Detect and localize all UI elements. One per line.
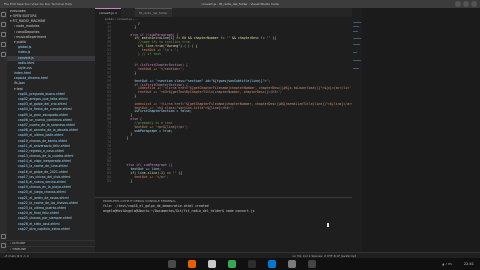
chrome-icon[interactable] bbox=[228, 260, 236, 268]
tab-convert-js[interactable]: convert.js × bbox=[95, 8, 122, 17]
menu-bar[interactable]: File Edit Selection View Go Run Terminal… bbox=[4, 0, 72, 8]
editor: convert.js × fit_radio_del_folder public… bbox=[95, 8, 352, 252]
clock[interactable]: 22:41 bbox=[464, 258, 474, 270]
terminal-cursor bbox=[327, 223, 329, 227]
terminal-icon[interactable] bbox=[248, 260, 256, 268]
title-bar: File Edit Selection View Go Run Terminal… bbox=[0, 0, 480, 8]
terminal-prompt[interactable]: angelo@HostAngelo@Ubuntu:~/Documentos/Gi… bbox=[95, 209, 352, 214]
firefox-icon[interactable] bbox=[188, 260, 196, 268]
source-control-icon[interactable] bbox=[1, 32, 6, 37]
line-number: 85 bbox=[107, 178, 111, 183]
debug-icon[interactable] bbox=[1, 42, 6, 47]
system-tray[interactable]: ▲ ♪ ES bbox=[442, 258, 452, 270]
window-title: convert.js - fit_radio_del_folder - Visu… bbox=[201, 2, 279, 6]
code-text[interactable]: } bbox=[115, 71, 136, 75]
settings-icon[interactable] bbox=[288, 260, 296, 268]
code-text[interactable]: } bbox=[115, 94, 136, 98]
file-tree: ▾ OPEN EDITORS ▾ FIT_RADIO_MACHINE › node_… bbox=[7, 14, 95, 232]
search-icon[interactable] bbox=[1, 22, 6, 27]
files-icon[interactable] bbox=[208, 260, 216, 268]
account-icon[interactable] bbox=[1, 234, 6, 239]
activity-bar bbox=[0, 8, 7, 252]
file-item[interactable]: cap27_otro_capitulo_extra.xhtml bbox=[7, 227, 95, 232]
obs-icon[interactable] bbox=[308, 260, 316, 268]
minimap[interactable] bbox=[352, 8, 362, 252]
extensions-icon[interactable] bbox=[1, 52, 6, 57]
close-icon[interactable] bbox=[471, 1, 477, 7]
editor-tabs: convert.js × fit_radio_del_folder bbox=[95, 8, 352, 17]
vscode-icon[interactable] bbox=[268, 260, 276, 268]
screen: File Edit Selection View Go Run Terminal… bbox=[0, 0, 480, 270]
minimize-icon[interactable] bbox=[455, 1, 461, 7]
explorer-sidebar: EXPLORER ▾ OPEN EDITORS ▾ FIT_RADIO_MACHI… bbox=[7, 8, 95, 252]
maximize-icon[interactable] bbox=[463, 1, 469, 7]
code-text[interactable]: } bbox=[115, 25, 136, 29]
tab-folder[interactable]: fit_radio_del_folder bbox=[135, 8, 172, 17]
explorer-icon[interactable] bbox=[1, 12, 6, 17]
code-text[interactable]: textOut += '<h3>${getTextByChapterTitle(… bbox=[115, 90, 282, 94]
code-text[interactable] bbox=[115, 56, 138, 60]
code-line[interactable]: 85 } bbox=[95, 178, 352, 184]
code-text[interactable]: } bbox=[115, 136, 129, 140]
code-area[interactable]: 44 } 45 } 46 47 else if (!subParagraph) {48… bbox=[95, 22, 352, 196]
taskbar: ▲ ♪ ES 22:41 bbox=[0, 258, 480, 270]
window-controls bbox=[455, 1, 477, 7]
sidebar-bottom-panels: › OUTLINE › TIMELINE bbox=[7, 240, 95, 252]
terminal-panel: PROBLEMS OUTPUT DEBUG CONSOLE TERMINAL f… bbox=[95, 197, 352, 252]
code-text[interactable]: } bbox=[115, 179, 132, 183]
dark-side-area bbox=[362, 8, 480, 252]
gear-icon[interactable] bbox=[1, 243, 6, 248]
apps-icon[interactable] bbox=[168, 260, 176, 268]
